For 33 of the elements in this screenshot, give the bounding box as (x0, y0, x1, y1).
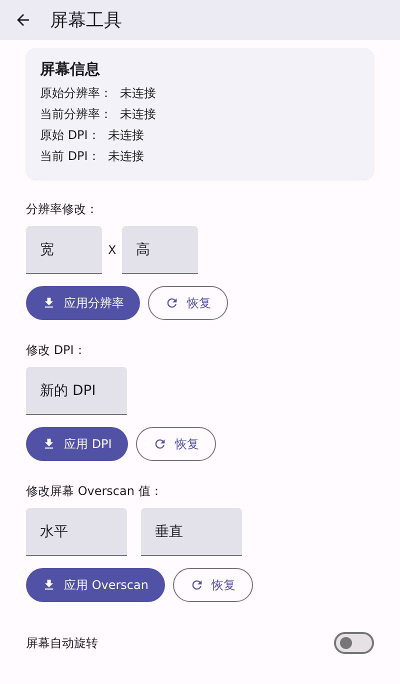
input-field[interactable]: 垂直 (141, 508, 242, 556)
info-value: 未连接 (108, 127, 144, 144)
info-value: 未连接 (108, 148, 144, 165)
refresh-icon (190, 578, 204, 592)
screen-title: 屏幕工具 (50, 9, 122, 32)
input-field[interactable]: 高 (122, 226, 198, 274)
section-label: 分辨率修改： (26, 201, 99, 218)
apply-button[interactable]: 应用 DPI (26, 427, 128, 461)
section-label: 修改 DPI： (26, 342, 87, 359)
input-field[interactable]: 新的 DPI (26, 367, 127, 415)
refresh-icon (165, 296, 179, 310)
reset-button[interactable]: 恢复 (148, 286, 228, 320)
apply-button[interactable]: 应用分辨率 (26, 286, 140, 320)
reset-button[interactable]: 恢复 (172, 568, 252, 602)
download-icon (42, 296, 56, 310)
toggle-switch[interactable] (334, 632, 374, 654)
download-icon (42, 578, 56, 592)
card-title: 屏幕信息 (40, 60, 101, 79)
info-label: 原始分辨率： (40, 85, 112, 102)
refresh-icon (152, 437, 167, 451)
info-value: 未连接 (120, 85, 156, 102)
setting-label: 屏幕自动旋转 (26, 634, 98, 652)
input-field[interactable]: 水平 (26, 508, 127, 556)
info-label: 当前 DPI： (40, 148, 100, 165)
info-label: 原始 DPI： (40, 127, 100, 144)
times-separator: X (107, 243, 118, 257)
input-field[interactable]: 宽 (26, 226, 102, 274)
info-label: 当前分辨率： (40, 106, 112, 123)
apply-button[interactable]: 应用 Overscan (26, 568, 164, 602)
section-label: 修改屏幕 Overscan 值： (26, 483, 164, 500)
download-icon (42, 437, 56, 451)
info-value: 未连接 (120, 106, 156, 123)
reset-button[interactable]: 恢复 (136, 427, 216, 461)
